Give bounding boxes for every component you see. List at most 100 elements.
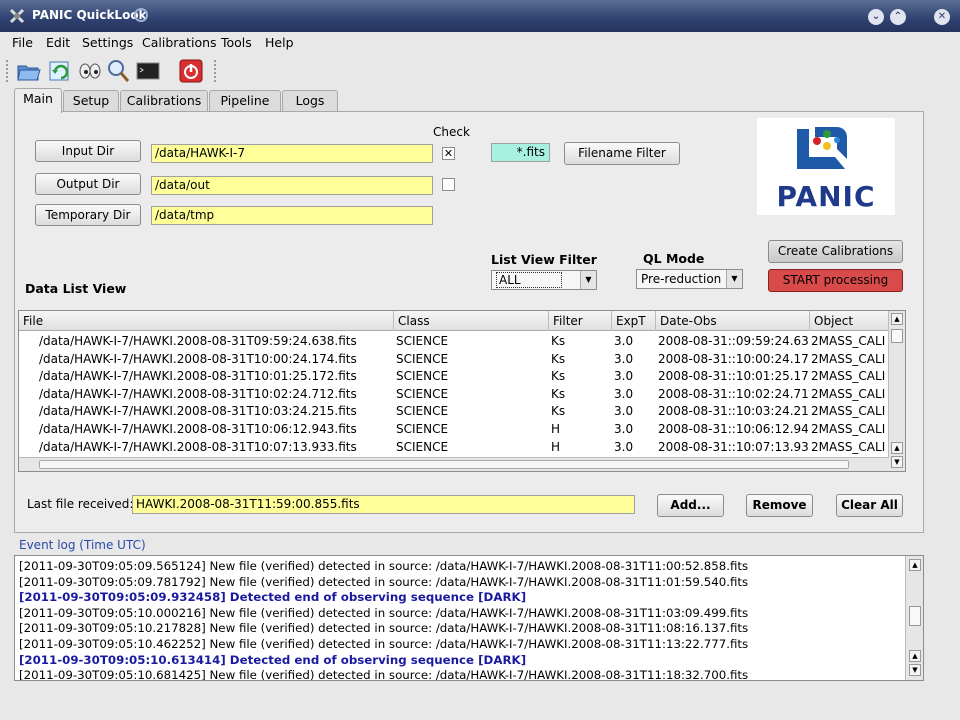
cell-date-obs: 2008-08-31::10:03:24.2155 (658, 404, 808, 419)
table-row[interactable]: /data/HAWK-I-7/HAWKI.2008-08-31T10:06:12… (19, 421, 889, 439)
cell-file: /data/HAWK-I-7/HAWKI.2008-08-31T10:02:24… (39, 386, 357, 401)
cell-date-obs: 2008-08-31::10:00:24.1741 (658, 351, 808, 366)
cell-file: /data/HAWK-I-7/HAWKI.2008-08-31T10:07:13… (39, 439, 357, 454)
log-line: [2011-09-30T09:05:09.781792] New file (v… (19, 574, 749, 589)
table-row[interactable]: /data/HAWK-I-7/HAWKI.2008-08-31T10:07:13… (19, 439, 889, 457)
tab-main[interactable]: Main (14, 88, 62, 113)
column-header-file[interactable]: File (19, 311, 394, 331)
cell-object: 2MASS_CALI (811, 351, 886, 366)
cell-class: SCIENCE (396, 334, 449, 348)
table-row[interactable]: /data/HAWK-I-7/HAWKI.2008-08-31T10:01:25… (19, 368, 889, 386)
table-vertical-scrollbar[interactable]: ▲ ▲ ▼ (888, 311, 905, 471)
column-header-date-obs[interactable]: Date-Obs (656, 311, 810, 331)
filename-pattern-field[interactable]: *.fits (491, 143, 550, 162)
cell-date-obs: 2008-08-31::10:01:25.1717 (658, 369, 808, 384)
scroll-up-icon[interactable]: ▲ (909, 559, 921, 571)
event-log-title: Event log (Time UTC) (19, 538, 146, 552)
close-button[interactable]: ✕ (934, 9, 950, 25)
column-header-class[interactable]: Class (394, 311, 549, 331)
scrollbar-thumb[interactable] (909, 606, 921, 626)
temp-dir-field[interactable]: /data/tmp (151, 206, 433, 225)
toolbar (0, 54, 960, 88)
create-calibrations-button[interactable]: Create Calibrations (768, 240, 903, 263)
input-dir-button[interactable]: Input Dir (35, 140, 141, 162)
tab-logs[interactable]: Logs (282, 90, 338, 112)
title-bar: PANIC QuickLook ⌄ ⌃ ✕ (0, 0, 960, 32)
cell-expt: 3.0 (614, 404, 634, 419)
menu-help[interactable]: Help (265, 35, 294, 50)
list-view-filter-select[interactable]: ALL ▼ (491, 270, 597, 290)
scroll-up-icon[interactable]: ▲ (909, 650, 921, 662)
cell-filter: H (551, 422, 561, 436)
scroll-down-icon[interactable]: ▼ (909, 664, 921, 676)
column-header-filter[interactable]: Filter (549, 311, 612, 331)
cell-filter: Ks (551, 351, 566, 366)
table-horizontal-scrollbar[interactable] (19, 457, 889, 471)
tab-pipeline[interactable]: Pipeline (209, 90, 281, 112)
cell-file: /data/HAWK-I-7/HAWKI.2008-08-31T10:03:24… (39, 404, 357, 419)
chevron-down-icon: ▼ (580, 271, 596, 289)
minimize-button[interactable]: ⌄ (868, 9, 884, 25)
power-icon[interactable] (178, 58, 204, 84)
output-dir-button[interactable]: Output Dir (35, 173, 141, 195)
toolbar-grip[interactable] (6, 60, 10, 82)
table-row[interactable]: /data/HAWK-I-7/HAWKI.2008-08-31T09:59:24… (19, 333, 889, 351)
log-line: [2011-09-30T09:05:10.217828] New file (v… (19, 621, 749, 636)
data-list-table: File Class Filter ExpT Date-Obs Object /… (18, 310, 906, 472)
tab-calibrations[interactable]: Calibrations (120, 90, 208, 112)
column-header-expt[interactable]: ExpT (612, 311, 656, 331)
chevron-down-icon: ▼ (726, 270, 742, 288)
filename-filter-button[interactable]: Filename Filter (564, 142, 680, 165)
input-dir-check[interactable]: ✕ (442, 147, 455, 160)
scrollbar-thumb[interactable] (891, 329, 903, 343)
event-log[interactable]: [2011-09-30T09:05:09.565124] New file (v… (14, 555, 924, 681)
clear-all-button[interactable]: Clear All (836, 494, 903, 517)
open-folder-icon[interactable] (16, 58, 42, 84)
toolbar-grip-end (214, 60, 218, 82)
last-file-label: Last file received: (27, 497, 134, 511)
cell-filter: H (551, 439, 561, 454)
menu-file[interactable]: File (12, 35, 33, 50)
scroll-up-icon[interactable]: ▲ (891, 313, 903, 325)
column-header-object[interactable]: Object (810, 311, 889, 331)
temp-dir-button[interactable]: Temporary Dir (35, 204, 141, 226)
add-button[interactable]: Add... (657, 494, 724, 517)
last-file-field[interactable]: HAWKI.2008-08-31T11:59:00.855.fits (132, 495, 635, 514)
table-row[interactable]: /data/HAWK-I-7/HAWKI.2008-08-31T10:03:24… (19, 403, 889, 421)
menu-settings[interactable]: Settings (82, 35, 133, 50)
scroll-up-icon[interactable]: ▲ (891, 442, 903, 454)
event-log-scrollbar[interactable]: ▲ ▲ ▼ (905, 556, 923, 680)
ql-mode-label: QL Mode (643, 251, 705, 266)
remove-button[interactable]: Remove (746, 494, 813, 517)
logo-mark (797, 127, 847, 169)
cell-file: /data/HAWK-I-7/HAWKI.2008-08-31T09:59:24… (39, 334, 357, 348)
menu-calibrations[interactable]: Calibrations (142, 35, 217, 50)
menu-edit[interactable]: Edit (46, 35, 70, 50)
table-row[interactable]: /data/HAWK-I-7/HAWKI.2008-08-31T10:00:24… (19, 351, 889, 369)
menu-tools[interactable]: Tools (221, 35, 252, 50)
cell-date-obs: 2008-08-31::10:06:12.9433 (658, 422, 808, 436)
logo-text: PANIC (776, 180, 876, 213)
cell-filter: Ks (551, 404, 566, 419)
scroll-down-icon[interactable]: ▼ (891, 456, 903, 468)
terminal-icon[interactable] (135, 58, 161, 84)
cell-date-obs: 2008-08-31::09:59:24.6373 (658, 334, 808, 348)
cell-filter: Ks (551, 369, 566, 384)
view-icon[interactable] (77, 58, 103, 84)
output-dir-check[interactable] (442, 178, 455, 191)
tab-setup[interactable]: Setup (63, 90, 119, 112)
start-processing-button[interactable]: START processing (768, 269, 903, 292)
refresh-icon[interactable] (47, 58, 73, 84)
pin-icon[interactable] (134, 8, 148, 22)
cell-filter: Ks (551, 334, 566, 348)
maximize-button[interactable]: ⌃ (890, 9, 906, 25)
search-icon[interactable] (105, 58, 131, 84)
table-row[interactable]: /data/HAWK-I-7/HAWKI.2008-08-31T10:02:24… (19, 386, 889, 404)
output-dir-field[interactable]: /data/out (151, 176, 433, 195)
cell-file: /data/HAWK-I-7/HAWKI.2008-08-31T10:06:12… (39, 422, 357, 436)
window-title: PANIC QuickLook (32, 8, 147, 22)
ql-mode-select[interactable]: Pre-reduction ▼ (636, 269, 743, 289)
log-line: [2011-09-30T09:05:10.462252] New file (v… (19, 637, 749, 651)
scrollbar-thumb[interactable] (39, 460, 849, 469)
input-dir-field[interactable]: /data/HAWK-I-7 (151, 144, 433, 163)
